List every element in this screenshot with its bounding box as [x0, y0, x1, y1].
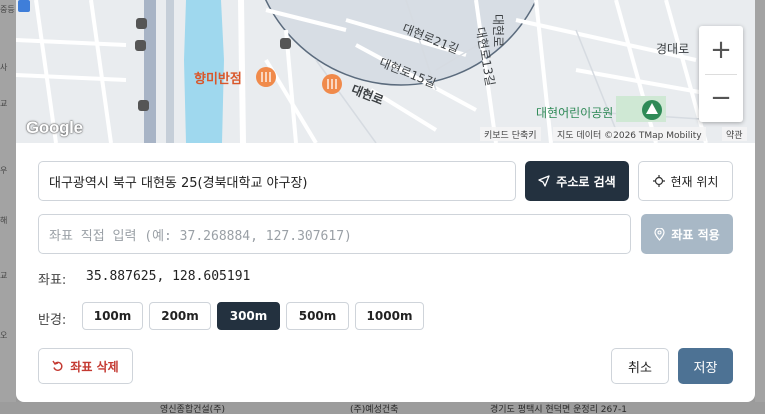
apply-coordinate-button[interactable]: 좌표 적용	[641, 214, 733, 254]
coordinate-value: 35.887625, 128.605191	[86, 269, 251, 284]
road-shape	[166, 0, 174, 143]
background-right-column	[755, 0, 765, 414]
bg-fragment: 오	[0, 331, 8, 340]
terms-link[interactable]: 약관	[722, 127, 747, 141]
map-marker-icon	[18, 0, 30, 12]
address-input[interactable]: 대구광역시 북구 대현동 25(경북대학교 야구장)	[38, 161, 516, 201]
radius-option-300m[interactable]: 300m	[217, 302, 280, 330]
location-pin-icon	[654, 227, 665, 241]
road-label: 경대로	[656, 42, 690, 56]
poi-label-restaurant[interactable]: 향미반점	[194, 68, 242, 87]
delete-coordinate-button[interactable]: 좌표 삭제	[38, 348, 133, 384]
search-by-address-label: 주소로 검색	[556, 174, 616, 189]
bg-fragment: 교	[0, 271, 8, 280]
undo-icon	[52, 360, 64, 372]
cancel-button[interactable]: 취소	[611, 348, 669, 384]
zoom-out-button[interactable]: −	[699, 74, 743, 122]
keyboard-shortcuts-link[interactable]: 키보드 단축키	[480, 127, 541, 141]
radius-label: 반경:	[38, 313, 67, 328]
coordinate-label: 좌표:	[38, 273, 67, 288]
apply-coordinate-label: 좌표 적용	[671, 227, 720, 242]
poi-label-park[interactable]: 대현어린이공원	[536, 104, 613, 121]
current-location-label: 현재 위치	[670, 174, 719, 189]
bg-fragment: 우	[0, 166, 8, 175]
radius-option-500m[interactable]: 500m	[286, 302, 349, 330]
bg-fragment: 해	[0, 216, 8, 225]
map-data-attribution: 지도 데이터 ©2026 TMap Mobility	[553, 127, 706, 141]
save-button[interactable]: 저장	[678, 348, 733, 384]
zoom-in-button[interactable]: +	[699, 26, 743, 74]
background-table-row: 영신종합건설(주) (주)예성건축 경기도 평택시 현덕면 운정리 267-1	[0, 402, 765, 414]
background-left-column: 중등 사 교 우 해 교 오	[0, 0, 16, 414]
coordinate-input[interactable]: 좌표 직접 입력 (예: 37.268884, 127.307617)	[38, 214, 631, 254]
crosshair-icon	[652, 175, 665, 187]
zoom-controls: + −	[699, 26, 743, 122]
road-label: 대현로	[491, 13, 506, 48]
bg-fragment: 사	[0, 63, 8, 72]
bg-cell: 경기도 평택시 현덕면 운정리 267-1	[490, 405, 627, 414]
bg-cell: (주)예성건축	[350, 405, 399, 414]
location-picker-modal: 대현로21길 대현로15길 대현로 대현로13길 대현로 경대로 향미반점 대현…	[16, 0, 755, 402]
navigation-arrow-icon	[538, 175, 550, 187]
bg-fragment: 교	[0, 99, 8, 108]
search-by-address-button[interactable]: 주소로 검색	[525, 161, 629, 201]
google-logo: Google	[26, 118, 83, 137]
current-location-button[interactable]: 현재 위치	[638, 161, 733, 201]
radius-option-1000m[interactable]: 1000m	[355, 302, 424, 330]
bg-cell: 영신종합건설(주)	[160, 405, 225, 414]
delete-coordinate-label: 좌표 삭제	[70, 359, 119, 374]
map-view[interactable]: 대현로21길 대현로15길 대현로 대현로13길 대현로 경대로 향미반점 대현…	[16, 0, 755, 143]
radius-option-200m[interactable]: 200m	[149, 302, 211, 330]
radius-option-100m[interactable]: 100m	[82, 302, 143, 330]
bg-fragment: 중등	[0, 5, 15, 14]
